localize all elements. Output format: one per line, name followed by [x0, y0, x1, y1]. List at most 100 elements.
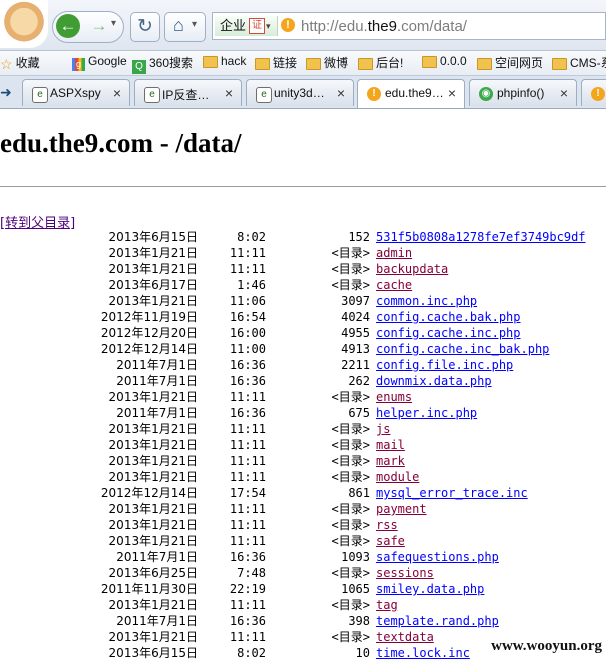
- file-link[interactable]: backupdata: [376, 261, 448, 277]
- file-date: 2011年7月1日: [116, 374, 198, 388]
- address-bar[interactable]: 企业 证 ▾ ! http://edu.the9.com/data/: [212, 12, 606, 40]
- url-prefix: http://edu.: [301, 18, 368, 35]
- table-row: 2011年7月1日 16:36 1093 safequestions.php: [0, 549, 606, 565]
- file-link[interactable]: cache: [376, 277, 412, 293]
- file-time: 11:11: [229, 262, 266, 276]
- file-link[interactable]: config.cache.inc.php: [376, 325, 521, 341]
- file-time: 11:11: [229, 422, 266, 436]
- file-link[interactable]: smiley.data.php: [376, 581, 484, 597]
- file-time: 7:48: [237, 566, 266, 580]
- tab-overflow[interactable]: !: [581, 79, 606, 106]
- url-text[interactable]: http://edu.the9.com/data/: [301, 18, 467, 35]
- file-link[interactable]: config.file.inc.php: [376, 357, 513, 373]
- file-link[interactable]: mark: [376, 453, 405, 469]
- file-link[interactable]: js: [376, 421, 390, 437]
- close-icon[interactable]: ×: [448, 85, 456, 101]
- file-link[interactable]: module: [376, 469, 419, 485]
- close-icon[interactable]: ×: [560, 85, 568, 101]
- file-size: 861: [348, 486, 370, 500]
- home-button[interactable]: ⌂ ▾: [164, 12, 206, 42]
- file-link[interactable]: mysql_error_trace.inc: [376, 485, 528, 501]
- history-dropdown-icon[interactable]: ▾: [111, 18, 116, 29]
- file-time: 11:11: [229, 534, 266, 548]
- file-link[interactable]: enums: [376, 389, 412, 405]
- table-row: 2013年1月21日 11:11 <目录> safe: [0, 533, 606, 549]
- file-link[interactable]: admin: [376, 245, 412, 261]
- file-size: 2211: [341, 358, 370, 372]
- tab-phpinfo[interactable]: ◉ phpinfo() ×: [469, 79, 577, 106]
- tab-ip-lookup[interactable]: e IP反查… ×: [134, 79, 242, 106]
- file-size: <目录>: [331, 246, 370, 260]
- file-link[interactable]: template.rand.php: [376, 613, 499, 629]
- file-link[interactable]: time.lock.inc: [376, 645, 470, 661]
- file-time: 11:11: [229, 502, 266, 516]
- file-link[interactable]: downmix.data.php: [376, 373, 492, 389]
- bookmark-admin[interactable]: 后台!: [358, 54, 403, 71]
- file-date: 2013年1月21日: [108, 294, 198, 308]
- file-size: 152: [348, 230, 370, 244]
- tab-edu-the9[interactable]: ! edu.the9… ×: [357, 79, 465, 108]
- certificate-dropdown-icon[interactable]: ▾: [266, 16, 271, 36]
- file-size: 675: [348, 406, 370, 420]
- tab-aspxspy[interactable]: e ASPXspy ×: [22, 79, 130, 106]
- file-size: 4955: [341, 326, 370, 340]
- file-date: 2011年7月1日: [116, 358, 198, 372]
- table-row: 2013年6月15日 8:02 152 531f5b0808a1278fe7ef374…: [0, 229, 606, 245]
- file-link[interactable]: mail: [376, 437, 405, 453]
- bookmark-000[interactable]: 0.0.0: [422, 54, 467, 68]
- forward-icon[interactable]: →: [88, 14, 110, 38]
- file-date: 2013年1月21日: [108, 390, 198, 404]
- close-icon[interactable]: ×: [337, 85, 345, 101]
- tab-scroll-left-icon[interactable]: ➜: [0, 84, 15, 100]
- bookmark-cms[interactable]: CMS-系: [552, 54, 606, 71]
- certificate-badge[interactable]: 企业 证 ▾: [215, 16, 278, 36]
- home-dropdown-icon[interactable]: ▾: [192, 19, 197, 30]
- search-360-icon: Q: [132, 60, 146, 74]
- file-date: 2012年12月14日: [100, 486, 198, 500]
- bookmark-360-search[interactable]: Q 360搜索: [132, 54, 193, 74]
- owl-icon: ◉: [479, 87, 493, 101]
- bookmark-google[interactable]: g Google: [72, 54, 127, 71]
- back-icon[interactable]: ←: [56, 14, 80, 38]
- file-link[interactable]: helper.inc.php: [376, 405, 477, 421]
- bookmark-links[interactable]: 链接: [255, 54, 297, 71]
- file-time: 8:02: [237, 230, 266, 244]
- table-row: 2013年1月21日 11:11 <目录> module: [0, 469, 606, 485]
- file-link[interactable]: safe: [376, 533, 405, 549]
- bookmark-favorites[interactable]: ☆ 收藏: [0, 54, 40, 73]
- folder-icon: [306, 58, 321, 70]
- table-row: 2011年7月1日 16:36 675 helper.inc.php: [0, 405, 606, 421]
- user-avatar[interactable]: [0, 0, 48, 48]
- bookmark-space-pages[interactable]: 空间网页: [477, 54, 543, 71]
- file-date: 2013年1月21日: [108, 246, 198, 260]
- home-icon: ⌂: [173, 15, 184, 35]
- file-time: 16:54: [229, 310, 266, 324]
- the9-site-icon: !: [367, 87, 381, 101]
- file-link[interactable]: common.inc.php: [376, 293, 477, 309]
- close-icon[interactable]: ×: [225, 85, 233, 101]
- folder-icon: [203, 56, 218, 68]
- close-icon[interactable]: ×: [113, 85, 121, 101]
- tab-unity3d[interactable]: e unity3d… ×: [246, 79, 354, 106]
- file-link[interactable]: config.cache.inc_bak.php: [376, 341, 549, 357]
- file-link[interactable]: tag: [376, 597, 398, 613]
- file-date: 2011年11月30日: [100, 582, 198, 596]
- file-size: 3097: [341, 294, 370, 308]
- file-time: 16:36: [229, 374, 266, 388]
- file-link[interactable]: config.cache.bak.php: [376, 309, 521, 325]
- bookmark-hack[interactable]: hack: [203, 54, 246, 68]
- file-time: 11:11: [229, 518, 266, 532]
- file-link[interactable]: payment: [376, 501, 427, 517]
- file-link[interactable]: textdata: [376, 629, 434, 645]
- file-link[interactable]: 531f5b0808a1278fe7ef3749bc9df: [376, 229, 586, 245]
- tab-strip: ➜ e ASPXspy × e IP反查… × e unity3d… × ! e…: [0, 76, 606, 109]
- file-link[interactable]: rss: [376, 517, 398, 533]
- file-link[interactable]: sessions: [376, 565, 434, 581]
- certificate-label: 企业: [220, 18, 247, 33]
- refresh-icon[interactable]: ↻: [130, 12, 160, 42]
- file-time: 16:36: [229, 614, 266, 628]
- file-date: 2012年11月19日: [100, 310, 198, 324]
- table-row: 2013年6月17日 1:46 <目录> cache: [0, 277, 606, 293]
- bookmark-weibo[interactable]: 微博: [306, 54, 348, 71]
- file-link[interactable]: safequestions.php: [376, 549, 499, 565]
